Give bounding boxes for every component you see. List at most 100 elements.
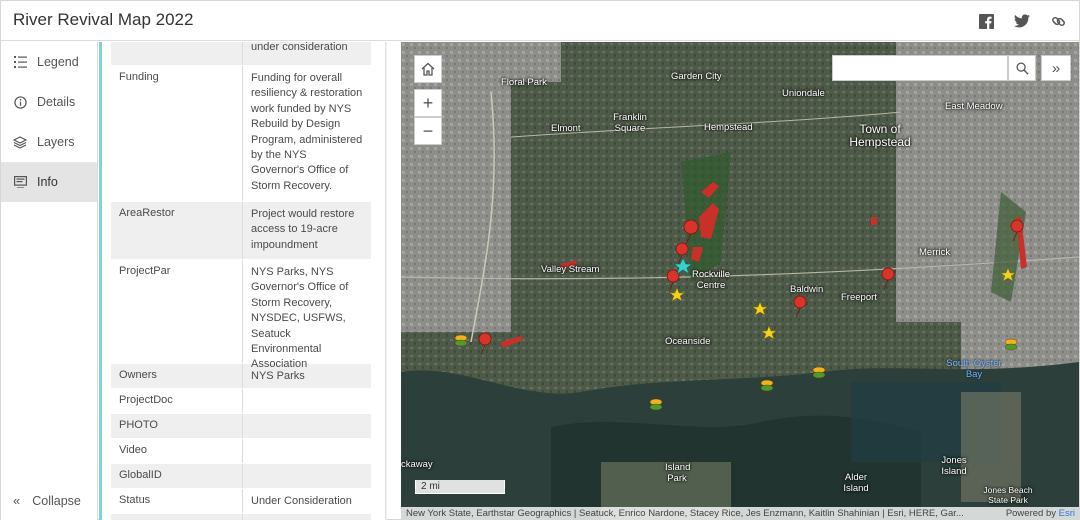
nav-item-label: Details xyxy=(37,95,76,109)
collapse-button[interactable]: « Collapse xyxy=(13,493,81,508)
map-label: Island Park xyxy=(665,462,691,484)
facebook-icon[interactable] xyxy=(975,10,997,32)
attribute-table: passage currently under consideration Fu… xyxy=(111,42,371,520)
nav-item-details[interactable]: Details xyxy=(1,82,97,122)
map-label: Oceanside xyxy=(665,336,711,347)
field-value: Under Consideration xyxy=(251,495,352,507)
field-name: PHOTO xyxy=(111,414,243,438)
zoom-in-button[interactable]: + xyxy=(414,89,442,117)
map-label: Garden City xyxy=(671,71,722,82)
field-value: Project would restore access to 19-acre … xyxy=(251,208,355,251)
field-value: NYS Parks, NYS Governor's Office of Stor… xyxy=(251,266,349,371)
field-name: Video xyxy=(111,439,243,463)
search-icon xyxy=(1015,61,1029,75)
map-label: Town of Hempstead xyxy=(849,122,911,149)
zoom-out-button[interactable]: − xyxy=(414,117,442,145)
app-header: River Revival Map 2022 xyxy=(1,1,1079,41)
search-button[interactable] xyxy=(1008,55,1036,81)
nav-item-label: Layers xyxy=(37,135,75,149)
esri-link[interactable]: Esri xyxy=(1059,508,1075,519)
field-value xyxy=(243,514,371,520)
nav-item-info[interactable]: Info xyxy=(1,162,97,202)
map-search-box xyxy=(832,55,1008,81)
map-label: ckaway xyxy=(401,459,433,470)
app-title: River Revival Map 2022 xyxy=(13,10,194,29)
map-label: South Oyster Bay xyxy=(946,358,1002,380)
map-label: Alder Island xyxy=(843,472,869,494)
satellite-basemap xyxy=(401,42,1079,520)
map-label: East Meadow xyxy=(945,101,1003,112)
side-nav: Legend Details Layers Info « Collapse xyxy=(1,42,98,520)
field-name: GlobalID xyxy=(111,464,243,488)
powered-by-label: Powered by xyxy=(1005,508,1056,519)
field-name xyxy=(111,42,243,65)
map-label: Floral Park xyxy=(501,77,547,88)
layers-icon xyxy=(13,135,27,149)
app-window: River Revival Map 2022 Legend Details La… xyxy=(0,0,1080,520)
info-icon xyxy=(13,175,27,189)
map-view[interactable]: Floral Park Garden City Uniondale East M… xyxy=(401,42,1079,520)
field-value: Funding for overall resiliency & restora… xyxy=(251,72,363,192)
twitter-icon[interactable] xyxy=(1011,10,1033,32)
table-row: passage currently under consideration xyxy=(111,42,371,66)
map-label: Franklin Square xyxy=(613,112,647,134)
nav-item-label: Legend xyxy=(37,55,79,69)
home-icon xyxy=(421,62,435,76)
panel-scrollbar[interactable]: ▼ xyxy=(385,42,387,520)
collapse-label: Collapse xyxy=(32,493,81,508)
chevrons-right-icon: » xyxy=(1051,59,1061,77)
field-value xyxy=(243,389,371,413)
scale-bar: 2 mi xyxy=(415,480,505,494)
map-label: Elmont xyxy=(551,123,581,134)
field-name: ProjectDoc xyxy=(111,389,243,413)
chevrons-left-icon: « xyxy=(13,493,21,508)
table-row: Funding Funding for overall resiliency &… xyxy=(111,66,371,202)
map-label: Jones Beach State Park xyxy=(983,485,1033,505)
field-name: AreaRestor xyxy=(111,202,243,259)
field-name: Status xyxy=(111,489,243,513)
map-label: Freeport xyxy=(841,292,877,303)
legend-icon xyxy=(13,55,27,69)
field-value: NYS Parks xyxy=(251,370,305,382)
nav-item-layers[interactable]: Layers xyxy=(1,122,97,162)
map-label: Valley Stream xyxy=(541,264,600,275)
table-row: PHOTO xyxy=(111,414,371,439)
table-row: GlobalID xyxy=(111,464,371,489)
map-label: Hempstead xyxy=(704,122,753,133)
table-row: Video xyxy=(111,439,371,464)
info-panel: passage currently under consideration Fu… xyxy=(99,42,387,520)
table-row: Status Under Consideration xyxy=(111,489,371,514)
map-label: Baldwin xyxy=(790,284,824,295)
map-label: Uniondale xyxy=(782,88,825,99)
table-row xyxy=(111,514,371,520)
map-label: Merrick xyxy=(919,247,951,258)
field-name xyxy=(111,514,243,520)
minus-icon: − xyxy=(422,120,434,141)
share-icons xyxy=(975,10,1069,32)
map-search-input[interactable] xyxy=(833,56,1007,80)
field-value xyxy=(243,464,371,488)
field-value: passage currently under consideration xyxy=(251,42,348,54)
map-label: Jones Island xyxy=(941,455,967,477)
field-value xyxy=(243,414,371,438)
expand-widget-button[interactable]: » xyxy=(1041,55,1071,81)
plus-icon: + xyxy=(422,92,434,113)
home-button[interactable] xyxy=(414,55,442,83)
field-value xyxy=(243,439,371,463)
map-label: Rockville Centre xyxy=(691,269,730,291)
map-attribution: New York State, Earthstar Geographics | … xyxy=(401,507,1079,520)
nav-item-label: Info xyxy=(37,175,58,189)
field-name: Funding xyxy=(111,66,243,201)
panel-accent-bar xyxy=(99,42,102,520)
nav-item-legend[interactable]: Legend xyxy=(1,42,97,82)
table-row: Owners NYS Parks xyxy=(111,364,371,389)
field-name: ProjectPar xyxy=(111,260,243,363)
powered-by: Powered by Esri xyxy=(1006,507,1075,520)
table-row: ProjectDoc xyxy=(111,389,371,414)
details-icon xyxy=(13,95,27,109)
link-icon[interactable] xyxy=(1047,10,1069,32)
attribution-text: New York State, Earthstar Geographics | … xyxy=(406,508,964,519)
field-name: Owners xyxy=(111,364,243,388)
table-row: ProjectPar NYS Parks, NYS Governor's Off… xyxy=(111,260,371,371)
table-row: AreaRestor Project would restore access … xyxy=(111,202,371,260)
